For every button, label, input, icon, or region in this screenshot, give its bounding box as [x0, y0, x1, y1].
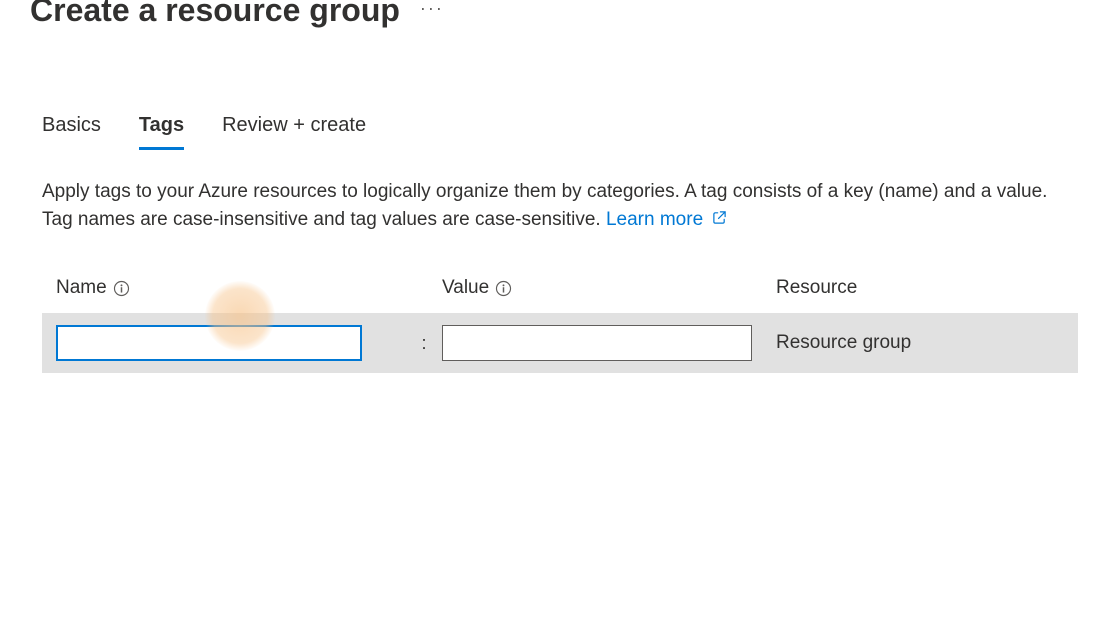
learn-more-label: Learn more: [606, 209, 703, 230]
page-header: Create a resource group ···: [0, 0, 1120, 26]
resource-label: Resource group: [776, 332, 911, 353]
page-title: Create a resource group: [30, 0, 400, 26]
name-cell: [56, 325, 406, 361]
external-link-icon: [712, 206, 727, 234]
tags-input-row: : Resource group: [42, 313, 1078, 373]
tab-tags[interactable]: Tags: [139, 114, 184, 150]
tag-name-input[interactable]: [56, 325, 362, 361]
colon-separator: :: [421, 333, 426, 353]
description-body: Apply tags to your Azure resources to lo…: [42, 181, 1047, 230]
info-icon[interactable]: [113, 280, 130, 297]
value-cell: [442, 325, 772, 361]
resource-header-label: Resource: [776, 277, 857, 298]
value-header-label: Value: [442, 277, 489, 299]
content-area: Basics Tags Review + create Apply tags t…: [0, 114, 1120, 373]
column-header-name: Name: [56, 277, 406, 299]
name-header-label: Name: [56, 277, 107, 299]
column-header-value: Value: [442, 277, 772, 299]
tags-table: Name Value: [42, 277, 1078, 373]
tabs: Basics Tags Review + create: [42, 114, 1078, 150]
info-icon[interactable]: [495, 280, 512, 297]
learn-more-link[interactable]: Learn more: [606, 209, 727, 230]
column-header-resource: Resource: [772, 277, 1064, 299]
separator-cell: :: [406, 333, 442, 354]
tab-review-create[interactable]: Review + create: [222, 114, 366, 150]
tags-header-row: Name Value: [42, 277, 1078, 313]
more-icon[interactable]: ···: [420, 0, 444, 19]
tab-basics[interactable]: Basics: [42, 114, 101, 150]
description-text: Apply tags to your Azure resources to lo…: [42, 178, 1078, 233]
resource-cell: Resource group: [772, 332, 1064, 354]
tag-value-input[interactable]: [442, 325, 752, 361]
